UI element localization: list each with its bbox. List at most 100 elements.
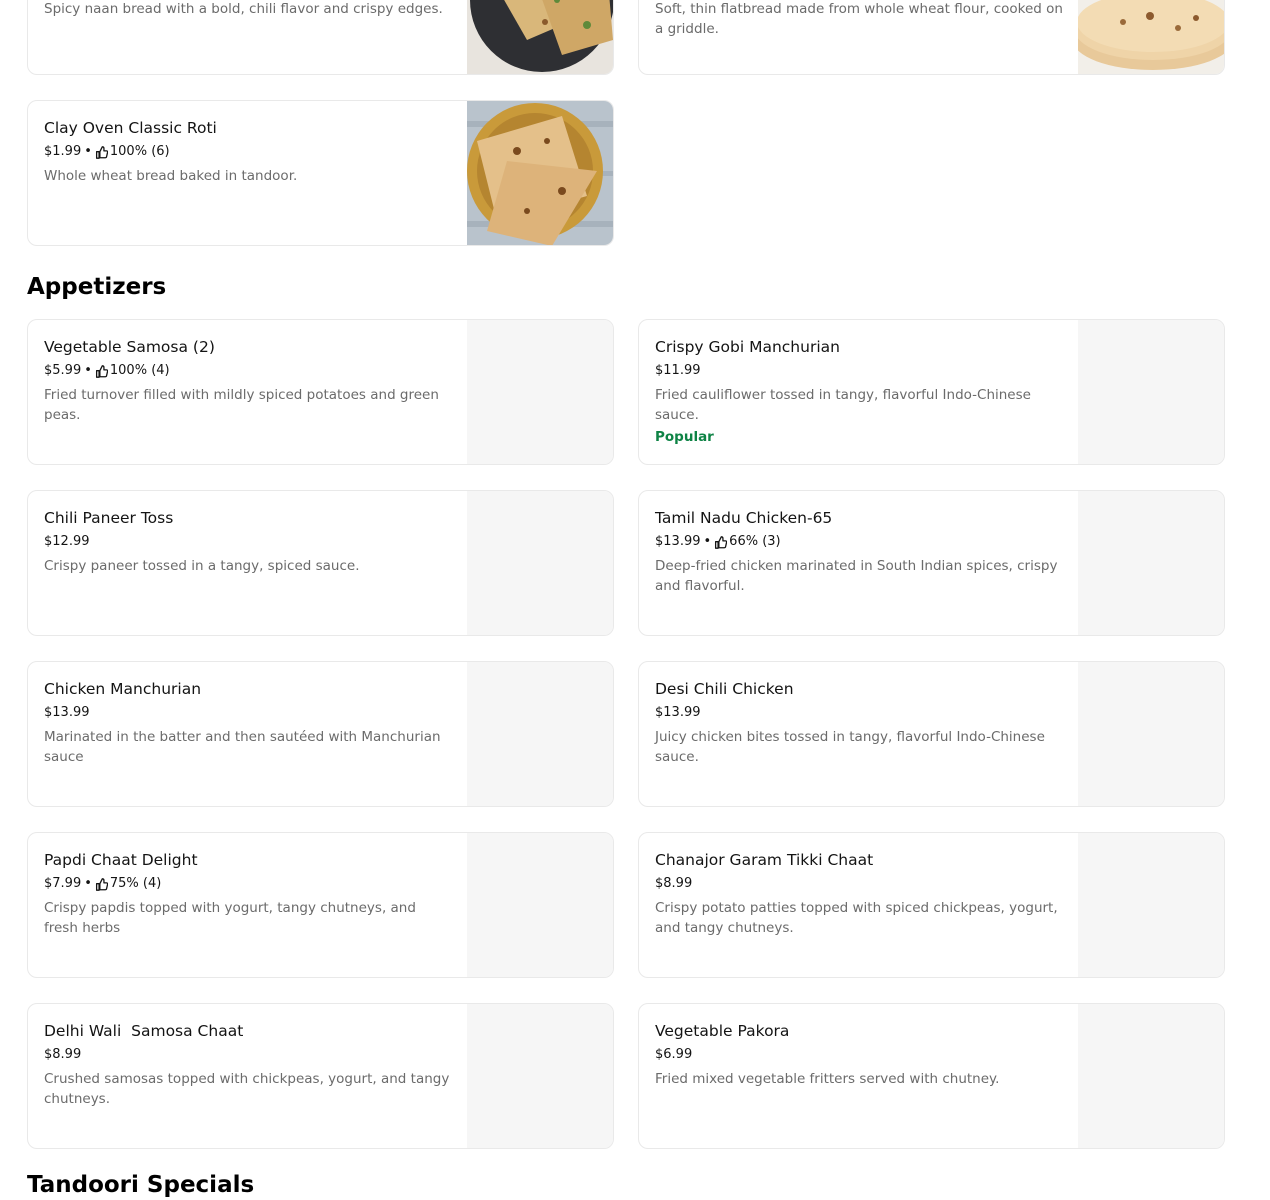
menu-item-info: Vegetable Pakora $6.99 Fried mixed veget… — [655, 1021, 1065, 1089]
menu-item-card[interactable]: Desi Chili Chicken $13.99 Juicy chicken … — [638, 661, 1225, 807]
menu-item-image-placeholder — [1078, 662, 1224, 806]
menu-item-meta: $1.99 • 100% (6) — [44, 143, 454, 161]
menu-item-price: $6.99 — [655, 1047, 693, 1062]
separator-dot: • — [84, 363, 92, 378]
menu-item-description: Crispy potato patties topped with spiced… — [655, 900, 1058, 936]
menu-item-meta: $13.99 • 66% (3) — [655, 533, 1065, 551]
menu-item-description: Marinated in the batter and then sautéed… — [44, 729, 441, 765]
menu-item-rating: 100% (4) — [109, 363, 170, 378]
menu-item-image-placeholder — [1078, 1004, 1224, 1148]
menu-item-rating: 66% (3) — [729, 534, 781, 549]
menu-item-name: Crispy Gobi Manchurian — [655, 338, 840, 356]
menu-item-price: $13.99 — [655, 534, 701, 549]
menu-item-name: Vegetable Pakora — [655, 1022, 790, 1040]
menu-item-description: Whole wheat bread baked in tandoor. — [44, 168, 298, 184]
menu-item-price: $8.99 — [44, 1047, 82, 1062]
menu-item-card[interactable]: Soft, thin flatbread made from whole whe… — [638, 0, 1225, 75]
menu-item-name: Clay Oven Classic Roti — [44, 119, 217, 137]
separator-dot: • — [84, 876, 92, 891]
menu-item-image — [467, 101, 613, 245]
thumbs-up-icon — [714, 535, 728, 549]
menu-item-rating: 100% (6) — [109, 144, 170, 159]
menu-item-description: Soft, thin flatbread made from whole whe… — [655, 1, 1063, 37]
section-title-appetizers: Appetizers — [27, 274, 167, 300]
menu-item-image — [1078, 0, 1224, 74]
menu-item-card[interactable]: Chanajor Garam Tikki Chaat $8.99 Crispy … — [638, 832, 1225, 978]
menu-item-price: $11.99 — [655, 363, 701, 378]
menu-item-price: $1.99 — [44, 144, 82, 159]
menu-item-price: $13.99 — [44, 705, 90, 720]
menu-item-name: Chili Paneer Toss — [44, 509, 174, 527]
menu-item-name: Desi Chili Chicken — [655, 680, 794, 698]
menu-item-info: Papdi Chaat Delight $7.99 • 75% (4) Cris… — [44, 850, 454, 938]
menu-item-price: $5.99 — [44, 363, 82, 378]
thumbs-up-icon — [95, 877, 108, 891]
menu-item-name: Papdi Chaat Delight — [44, 851, 198, 869]
menu-item-description: Crispy papdis topped with yogurt, tangy … — [44, 900, 416, 936]
menu-item-card[interactable]: Clay Oven Classic Roti $1.99 • 100% (6) … — [27, 100, 614, 246]
thumbs-up-icon — [95, 364, 108, 378]
section-title-tandoori-specials: Tandoori Specials — [27, 1172, 255, 1198]
menu-item-card[interactable]: Chili Paneer Toss $12.99 Crispy paneer t… — [27, 490, 614, 636]
separator-dot: • — [703, 534, 712, 549]
menu-item-card[interactable]: Chicken Manchurian $13.99 Marinated in t… — [27, 661, 614, 807]
menu-item-meta: $12.99 — [44, 533, 454, 551]
menu-item-info: Spicy naan bread with a bold, chili flav… — [44, 0, 454, 19]
menu-item-description: Deep-fried chicken marinated in South In… — [655, 558, 1058, 594]
menu-item-meta: $8.99 — [44, 1046, 454, 1064]
menu-item-info: Chili Paneer Toss $12.99 Crispy paneer t… — [44, 508, 454, 576]
menu-item-info: Chanajor Garam Tikki Chaat $8.99 Crispy … — [655, 850, 1065, 938]
menu-item-price: $7.99 — [44, 876, 82, 891]
menu-item-rating: 75% (4) — [109, 876, 162, 891]
menu-item-description: Crushed samosas topped with chickpeas, y… — [44, 1071, 450, 1107]
menu-item-card[interactable]: Papdi Chaat Delight $7.99 • 75% (4) Cris… — [27, 832, 614, 978]
menu-item-name: Chicken Manchurian — [44, 680, 202, 698]
menu-item-meta: $8.99 — [655, 875, 1065, 893]
menu-item-meta: $6.99 — [655, 1046, 1065, 1064]
menu-item-card[interactable]: Spicy naan bread with a bold, chili flav… — [27, 0, 614, 75]
menu-item-description: Fried turnover filled with mildly spiced… — [44, 387, 439, 423]
menu-item-card[interactable]: Delhi Wali Samosa Chaat $8.99 Crushed sa… — [27, 1003, 614, 1149]
menu-item-info: Desi Chili Chicken $13.99 Juicy chicken … — [655, 679, 1065, 767]
menu-item-card[interactable]: Vegetable Samosa (2) $5.99 • 100% (4) Fr… — [27, 319, 614, 465]
separator-dot: • — [84, 144, 92, 159]
menu-item-meta: $5.99 • 100% (4) — [44, 362, 454, 380]
menu-item-info: Delhi Wali Samosa Chaat $8.99 Crushed sa… — [44, 1021, 454, 1109]
menu-item-price: $13.99 — [655, 705, 701, 720]
thumbs-up-icon — [95, 145, 108, 159]
menu-item-description: Spicy naan bread with a bold, chili flav… — [44, 1, 443, 17]
menu-item-image — [467, 0, 613, 74]
popular-badge: Popular — [655, 429, 714, 445]
menu-item-description: Juicy chicken bites tossed in tangy, fla… — [655, 729, 1045, 765]
menu-item-image-placeholder — [467, 320, 613, 464]
menu-item-image-placeholder — [467, 1004, 613, 1148]
menu-item-card[interactable]: Vegetable Pakora $6.99 Fried mixed veget… — [638, 1003, 1225, 1149]
menu-item-name: Chanajor Garam Tikki Chaat — [655, 851, 874, 869]
menu-item-card[interactable]: Tamil Nadu Chicken-65 $13.99 • 66% (3) D… — [638, 490, 1225, 636]
menu-item-meta: $13.99 — [655, 704, 1065, 722]
menu-item-info: Crispy Gobi Manchurian $11.99 Fried caul… — [655, 337, 1065, 447]
menu-item-info: Tamil Nadu Chicken-65 $13.99 • 66% (3) D… — [655, 508, 1065, 596]
menu-item-meta: $11.99 — [655, 362, 1065, 380]
menu-item-meta: $7.99 • 75% (4) — [44, 875, 454, 893]
menu-item-name: Tamil Nadu Chicken-65 — [655, 509, 833, 527]
menu-item-description: Fried cauliflower tossed in tangy, flavo… — [655, 387, 1031, 423]
menu-item-price: $12.99 — [44, 534, 90, 549]
menu-item-card[interactable]: Crispy Gobi Manchurian $11.99 Fried caul… — [638, 319, 1225, 465]
menu-item-description: Crispy paneer tossed in a tangy, spiced … — [44, 558, 360, 574]
menu-item-description: Fried mixed vegetable fritters served wi… — [655, 1071, 1000, 1087]
menu-item-image-placeholder — [467, 491, 613, 635]
menu-item-info: Chicken Manchurian $13.99 Marinated in t… — [44, 679, 454, 767]
menu-item-image-placeholder — [1078, 491, 1224, 635]
menu-item-name: Delhi Wali Samosa Chaat — [44, 1022, 244, 1040]
menu-item-image-placeholder — [1078, 833, 1224, 977]
menu-item-info: Vegetable Samosa (2) $5.99 • 100% (4) Fr… — [44, 337, 454, 425]
menu-item-image-placeholder — [1078, 320, 1224, 464]
menu-item-meta: $13.99 — [44, 704, 454, 722]
menu-item-info: Clay Oven Classic Roti $1.99 • 100% (6) … — [44, 118, 454, 186]
menu-item-name: Vegetable Samosa (2) — [44, 338, 215, 356]
menu-item-price: $8.99 — [655, 876, 693, 891]
menu-item-info: Soft, thin flatbread made from whole whe… — [655, 0, 1065, 39]
menu-item-image-placeholder — [467, 833, 613, 977]
menu-item-image-placeholder — [467, 662, 613, 806]
